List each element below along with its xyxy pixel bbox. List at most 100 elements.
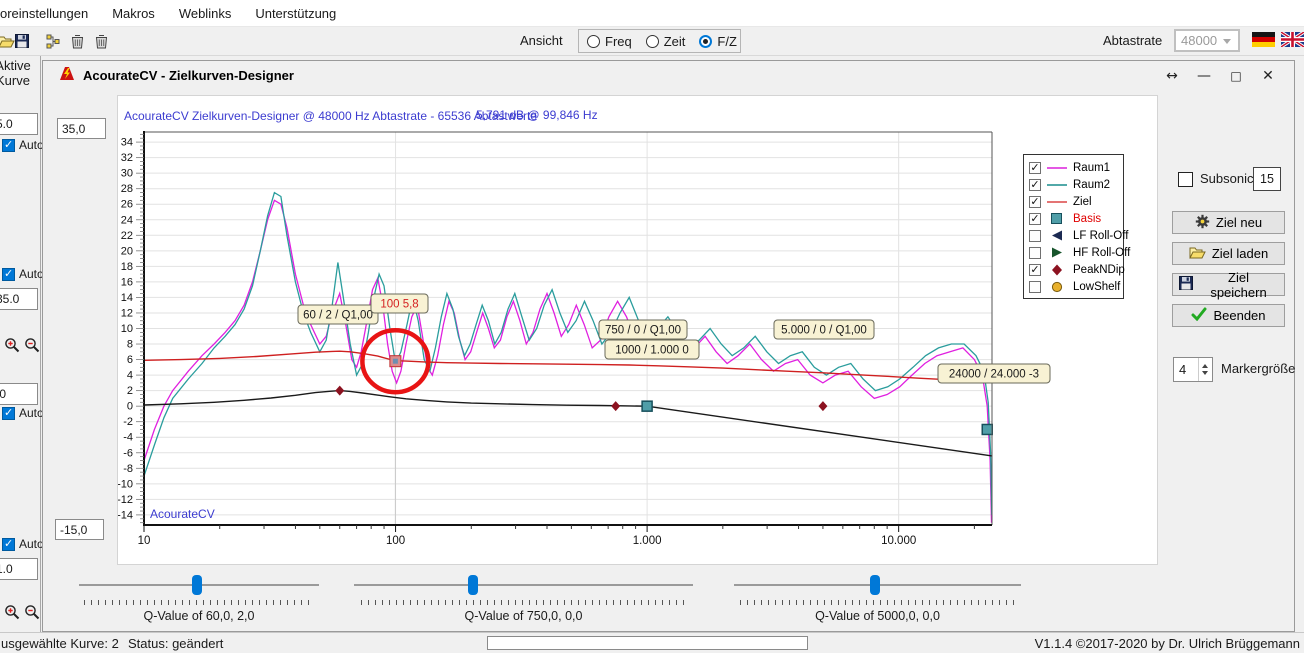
button-label: Ziel neu xyxy=(1216,215,1262,230)
slider-thumb[interactable] xyxy=(468,575,478,595)
abtastrate-select[interactable]: 48000 xyxy=(1174,29,1240,52)
sidebar-field-bottom[interactable]: 1.0 xyxy=(0,558,38,580)
zoom-out-icon[interactable] xyxy=(24,604,40,620)
stepper-up-icon[interactable] xyxy=(1199,358,1212,370)
auto-checkbox[interactable] xyxy=(2,139,15,152)
auto-checkbox[interactable] xyxy=(2,407,15,420)
zoom-in-icon[interactable] xyxy=(4,337,20,353)
view-radio-zeit[interactable]: Zeit xyxy=(646,34,686,49)
zoom-out-icon[interactable] xyxy=(24,337,40,353)
save-icon[interactable] xyxy=(13,32,31,50)
view-radio-freq[interactable]: Freq xyxy=(587,34,632,49)
radio-icon[interactable] xyxy=(587,35,600,48)
sidebar-field-mid[interactable]: 35.0 xyxy=(0,288,38,310)
y-max-field[interactable]: 35,0 xyxy=(57,118,106,139)
legend-checkbox[interactable]: ✓ xyxy=(1029,162,1041,174)
resize-horizontal-button[interactable]: ↔ xyxy=(1156,65,1188,87)
legend-checkbox[interactable] xyxy=(1029,230,1041,242)
legend-label: Raum1 xyxy=(1073,162,1110,174)
uk-flag-icon[interactable] xyxy=(1281,32,1304,50)
svg-text:24: 24 xyxy=(121,214,133,226)
legend-checkbox[interactable]: ✓ xyxy=(1029,213,1041,225)
status-bar: usgewählte Kurve: 2 Status: geändert V1.… xyxy=(0,632,1304,653)
svg-text:12: 12 xyxy=(121,307,133,319)
slider-track[interactable] xyxy=(354,584,693,586)
slider-label: Q-Value of 5000,0, 0,0 xyxy=(734,609,1021,623)
auto-label: Auto xyxy=(19,138,44,152)
basis-marker[interactable] xyxy=(982,424,992,434)
legend-label: PeakNDip xyxy=(1073,264,1125,276)
delete-curve-icon[interactable] xyxy=(68,32,86,50)
app-logo-icon xyxy=(59,66,75,85)
q-value-slider-2: Q-Value of 750,0, 0,0 xyxy=(354,573,693,631)
minimize-button[interactable]: — xyxy=(1188,65,1220,87)
target-curve-chart[interactable]: -14-12-10-8-6-4-202468101214161820222426… xyxy=(118,96,1159,566)
svg-text:2: 2 xyxy=(127,385,133,397)
peakndip-marker[interactable] xyxy=(335,386,344,396)
peakndip-marker[interactable] xyxy=(818,401,827,411)
peakndip-marker[interactable] xyxy=(611,401,620,411)
close-button[interactable]: ✕ xyxy=(1252,65,1284,87)
ziel-symbol-icon xyxy=(1046,197,1068,207)
maximize-button[interactable]: □ xyxy=(1220,65,1252,87)
legend-item-lf-roll-off: LF Roll-Off xyxy=(1029,227,1123,244)
radio-icon[interactable] xyxy=(646,35,659,48)
series-raum1 xyxy=(144,200,992,522)
marker-size-stepper[interactable]: 4 xyxy=(1173,357,1213,382)
ziel-neu-button[interactable]: Ziel neu xyxy=(1172,211,1285,234)
status-progress xyxy=(487,636,808,650)
legend-checkbox[interactable] xyxy=(1029,281,1041,293)
menu-item-unterst-tzung[interactable]: Unterstützung xyxy=(255,6,348,21)
y-min-field[interactable]: -15,0 xyxy=(55,519,104,540)
marker-tooltip-text: 1000 / 1.000 0 xyxy=(615,345,689,357)
legend-checkbox[interactable]: ✓ xyxy=(1029,179,1041,191)
subsonic-checkbox[interactable] xyxy=(1178,172,1193,187)
slider-thumb[interactable] xyxy=(192,575,202,595)
svg-text:-12: -12 xyxy=(118,494,133,506)
legend-item-lowshelf: LowShelf xyxy=(1029,278,1123,295)
slider-thumb[interactable] xyxy=(870,575,880,595)
sidebar-field-top[interactable]: 5.0 xyxy=(0,113,38,135)
ziel-speichern-button[interactable]: Ziel speichern xyxy=(1172,273,1285,296)
toolbar: Ansicht FreqZeitF/Z Abtastrate 48000 xyxy=(0,27,1304,56)
curve-list-icon[interactable] xyxy=(44,32,62,50)
legend-checkbox[interactable] xyxy=(1029,247,1041,259)
view-radio-f-z[interactable]: F/Z xyxy=(699,34,737,49)
svg-text:-6: -6 xyxy=(123,447,133,459)
beenden-button[interactable]: Beenden xyxy=(1172,304,1285,327)
titlebar-buttons: ↔ — □ ✕ xyxy=(1156,65,1284,87)
hf-roll-off-symbol-icon xyxy=(1046,248,1068,258)
auto-checkbox[interactable] xyxy=(2,268,15,281)
legend-checkbox[interactable]: ✓ xyxy=(1029,196,1041,208)
series-raum2 xyxy=(144,193,992,515)
svg-text:-8: -8 xyxy=(123,463,133,475)
svg-text:10: 10 xyxy=(121,323,133,335)
sidebar-field-low[interactable]: .0 xyxy=(0,383,38,405)
chart-watermark: AcourateCV xyxy=(150,507,215,521)
menu-item-weblinks[interactable]: Weblinks xyxy=(179,6,244,21)
dialog-titlebar: AcourateCV - Zielkurven-Designer ↔ — □ ✕ xyxy=(43,61,1294,90)
subsonic-value-field[interactable]: 15 xyxy=(1253,167,1281,191)
zoom-in-icon[interactable] xyxy=(4,604,20,620)
auto-checkbox[interactable] xyxy=(2,538,15,551)
button-label: Ziel laden xyxy=(1212,246,1268,261)
svg-text:20: 20 xyxy=(121,245,133,257)
auto-checkbox-row: Auto xyxy=(2,537,44,551)
check-icon xyxy=(1191,307,1207,324)
ziel-laden-button[interactable]: Ziel laden xyxy=(1172,242,1285,265)
x-axis-tick-label: 10 xyxy=(138,535,151,547)
legend-item-raum1: ✓ Raum1 xyxy=(1029,159,1123,176)
series-ziel xyxy=(144,351,992,382)
svg-text:4: 4 xyxy=(127,370,133,382)
basis-marker[interactable] xyxy=(642,401,652,411)
delete-all-curves-icon[interactable] xyxy=(92,32,110,50)
legend-checkbox[interactable]: ✓ xyxy=(1029,264,1041,276)
menu-item-oreinstellungen[interactable]: oreinstellungen xyxy=(0,6,100,21)
svg-text:22: 22 xyxy=(121,230,133,242)
radio-icon[interactable] xyxy=(699,35,712,48)
stepper-down-icon[interactable] xyxy=(1199,370,1212,382)
chart-panel: -14-12-10-8-6-4-202468101214161820222426… xyxy=(117,95,1158,565)
german-flag-icon[interactable] xyxy=(1252,32,1275,50)
marker-tooltip-text: 5.000 / 0 / Q1,00 xyxy=(781,325,867,337)
menu-item-makros[interactable]: Makros xyxy=(112,6,167,21)
